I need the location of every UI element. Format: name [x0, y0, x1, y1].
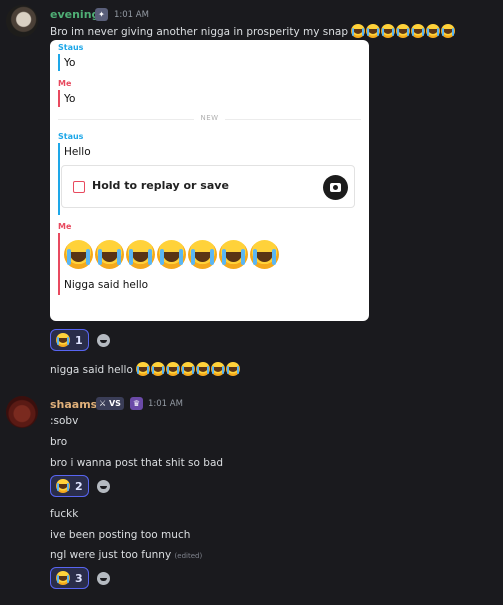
add-reaction-button[interactable]	[93, 475, 115, 497]
snap-line: Nigga said hello	[64, 279, 149, 291]
timestamp: 1:01 AM	[148, 399, 183, 409]
message-text: nigga said hello	[50, 362, 241, 376]
reaction-sob[interactable]: 1	[50, 329, 89, 351]
add-reaction-icon	[97, 479, 111, 493]
sob-emoji	[366, 24, 381, 38]
reaction-row: 2	[50, 475, 115, 497]
clan-tag[interactable]: ⚔ VS	[96, 397, 124, 410]
camera-icon[interactable]	[323, 175, 348, 200]
replay-prompt[interactable]: Hold to replay or save	[61, 165, 355, 208]
sender-label-me: Me	[58, 79, 72, 88]
sob-emoji	[226, 362, 241, 376]
message-text: :sobv	[50, 415, 79, 427]
reaction-row: 1	[50, 329, 115, 351]
role-icon: ✦	[95, 8, 108, 21]
new-divider: NEW	[58, 113, 361, 125]
reaction-sob[interactable]: 2	[50, 475, 89, 497]
username-shaams[interactable]: shaams	[50, 398, 97, 411]
message-text: ngl were just too funny (edited)	[50, 549, 203, 561]
role-icon: ♛	[130, 397, 143, 410]
timestamp: 1:01 AM	[114, 10, 149, 20]
add-reaction-button[interactable]	[93, 329, 115, 351]
sob-emoji	[396, 24, 411, 38]
message-text: bro i wanna post that shit so bad	[50, 457, 224, 469]
snap-checkbox-icon	[73, 181, 85, 193]
sob-emoji	[95, 240, 124, 269]
snap-chat-screenshot[interactable]: Staus Yo Me Yo NEW Staus Hello Hold to r…	[50, 40, 369, 321]
sender-label-staus: Staus	[58, 132, 84, 141]
message-text: ive been posting too much	[50, 529, 191, 541]
sob-emoji	[151, 362, 166, 376]
message-text: bro	[50, 436, 68, 448]
sender-label-staus: Staus	[58, 43, 84, 52]
sob-emoji	[426, 24, 441, 38]
avatar-evening[interactable]	[6, 5, 38, 37]
sob-emoji	[56, 333, 70, 347]
username-evening[interactable]: evening	[50, 8, 99, 21]
sob-emoji	[188, 240, 217, 269]
sob-emoji	[219, 240, 248, 269]
add-reaction-button[interactable]	[93, 567, 115, 589]
snap-line: Hello	[64, 146, 91, 158]
sob-emoji	[211, 362, 226, 376]
sob-emoji	[181, 362, 196, 376]
sob-emoji	[381, 24, 396, 38]
add-reaction-icon	[97, 571, 111, 585]
reaction-row: 3	[50, 567, 115, 589]
message-text: Bro im never giving another nigga in pro…	[50, 24, 456, 38]
sob-emoji	[441, 24, 456, 38]
emoji-row	[64, 240, 281, 272]
add-reaction-icon	[97, 333, 111, 347]
message-text: fuckk	[50, 508, 79, 520]
sob-emoji	[166, 362, 181, 376]
sob-emoji	[136, 362, 151, 376]
edited-label: (edited)	[174, 552, 203, 560]
sob-emoji	[56, 571, 70, 585]
sob-emoji	[411, 24, 426, 38]
sob-emoji	[250, 240, 279, 269]
sob-emoji	[126, 240, 155, 269]
snap-line: Yo	[64, 93, 76, 105]
sob-emoji	[351, 24, 366, 38]
reaction-sob[interactable]: 3	[50, 567, 89, 589]
sender-label-me: Me	[58, 222, 72, 231]
sob-emoji	[64, 240, 93, 269]
sob-emoji	[56, 479, 70, 493]
sob-emoji	[157, 240, 186, 269]
sob-emoji	[196, 362, 211, 376]
avatar-shaams[interactable]	[6, 396, 38, 428]
snap-line: Yo	[64, 57, 76, 69]
